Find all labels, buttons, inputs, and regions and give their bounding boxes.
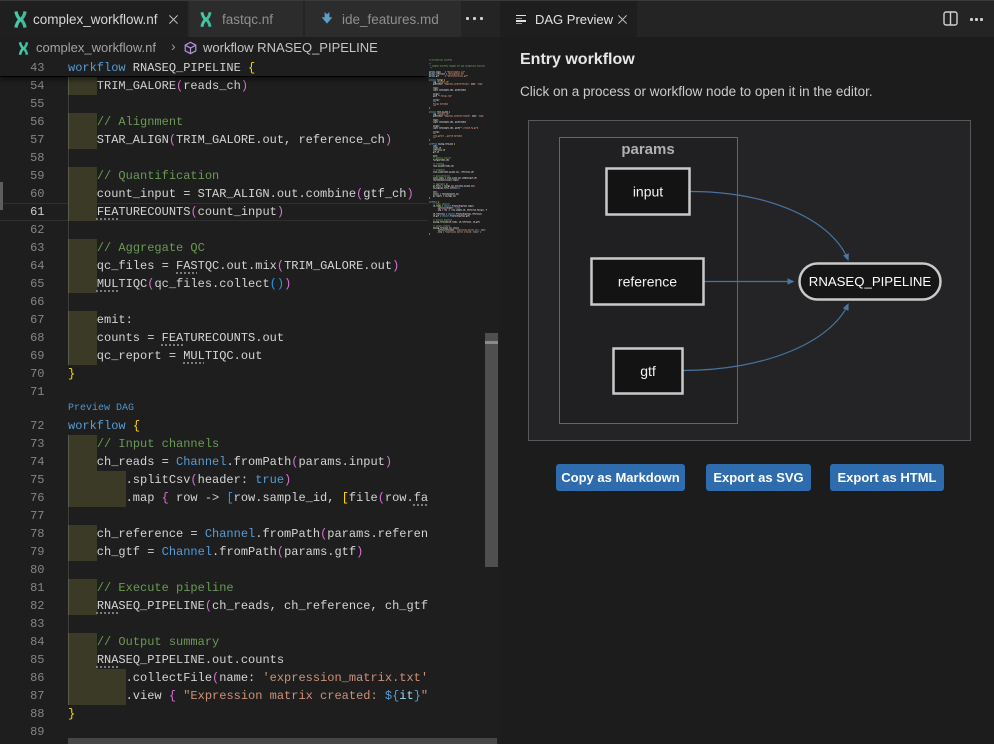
svg-text:input: input — [633, 184, 663, 200]
svg-text:params: params — [621, 141, 674, 158]
svg-text:reference: reference — [618, 274, 677, 290]
svg-text:RNASEQ_PIPELINE: RNASEQ_PIPELINE — [809, 274, 932, 289]
svg-text:gtf: gtf — [640, 363, 656, 379]
